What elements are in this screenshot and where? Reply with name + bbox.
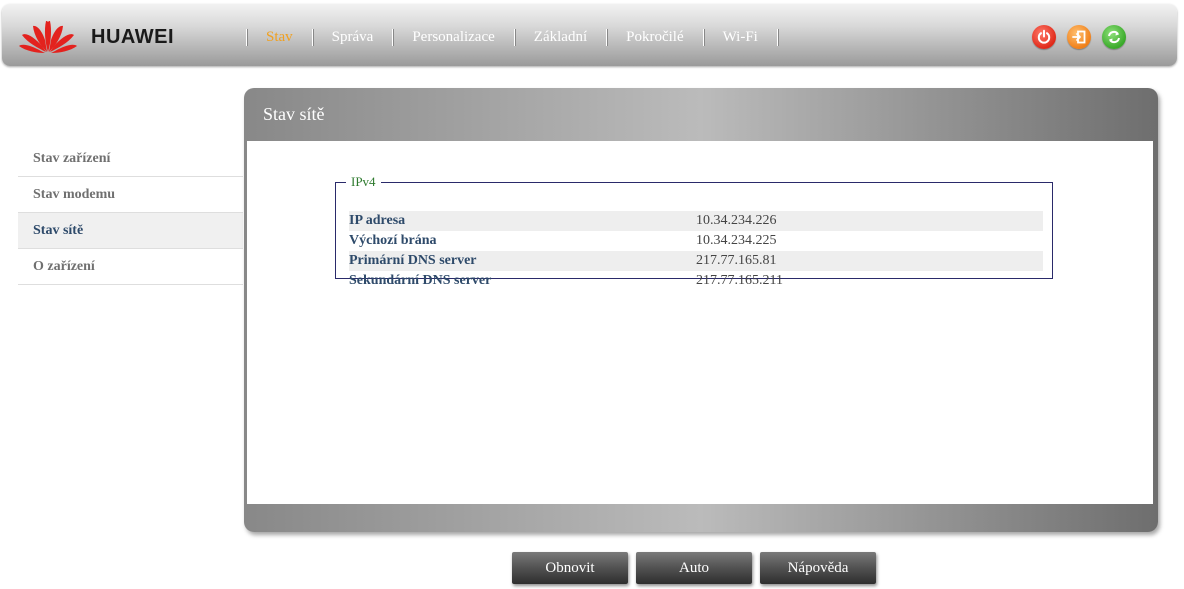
sidebar: Stav zařízení Stav modemu Stav sítě O za… — [18, 141, 243, 285]
nav-item-personalizace[interactable]: Personalizace — [393, 29, 513, 46]
table-row: Výchozí brána 10.34.234.225 — [349, 231, 1043, 251]
row-label: Primární DNS server — [349, 253, 477, 268]
refresh-icon[interactable] — [1102, 25, 1126, 49]
sidebar-item-stav-site[interactable]: Stav sítě — [18, 213, 243, 249]
panel-body: IPv4 IP adresa 10.34.234.226 Výchozí brá… — [247, 141, 1153, 504]
auto-button[interactable]: Auto — [636, 552, 752, 584]
nav-item-pokrocile[interactable]: Pokročilé — [607, 29, 703, 46]
row-value: 10.34.234.225 — [696, 233, 777, 248]
sidebar-item-stav-zarizeni[interactable]: Stav zařízení — [18, 141, 243, 177]
nav-separator — [776, 29, 778, 46]
row-value: 10.34.234.226 — [696, 213, 777, 228]
sidebar-item-o-zarizeni[interactable]: O zařízení — [18, 249, 243, 285]
nav-item-stav[interactable]: Stav — [247, 29, 312, 46]
ipv4-section: IPv4 IP adresa 10.34.234.226 Výchozí brá… — [335, 174, 1053, 288]
huawei-logo-icon — [19, 21, 77, 53]
table-row: IP adresa 10.34.234.226 — [349, 211, 1043, 231]
nav-item-wifi[interactable]: Wi-Fi — [704, 29, 777, 46]
logout-icon[interactable] — [1067, 25, 1091, 49]
top-bar: HUAWEI Stav Správa Personalizace Základn… — [2, 4, 1177, 66]
header-actions — [1032, 25, 1126, 49]
row-label: IP adresa — [349, 213, 406, 228]
brand-name: HUAWEI — [91, 26, 174, 48]
help-button[interactable]: Nápověda — [760, 552, 876, 584]
row-value: 217.77.165.81 — [696, 253, 777, 268]
power-icon[interactable] — [1032, 25, 1056, 49]
table-row: Sekundární DNS server 217.77.165.211 — [349, 271, 1043, 291]
row-label: Sekundární DNS server — [349, 273, 492, 288]
refresh-button[interactable]: Obnovit — [512, 552, 628, 584]
nav-item-sprava[interactable]: Správa — [313, 29, 393, 46]
sidebar-item-stav-modemu[interactable]: Stav modemu — [18, 177, 243, 213]
row-value: 217.77.165.211 — [696, 273, 783, 288]
action-buttons: Obnovit Auto Nápověda — [512, 552, 876, 584]
main-nav: Stav Správa Personalizace Základní Pokro… — [246, 29, 778, 46]
ipv4-table: IP adresa 10.34.234.226 Výchozí brána 10… — [349, 211, 1043, 291]
table-row: Primární DNS server 217.77.165.81 — [349, 251, 1043, 271]
ipv4-legend: IPv4 — [351, 174, 376, 189]
page-title: Stav sítě — [263, 104, 325, 124]
row-label: Výchozí brána — [349, 233, 437, 248]
network-status-panel: Stav sítě IPv4 IP adresa 10.34.234.226 V… — [244, 88, 1158, 532]
nav-item-zakladni[interactable]: Základní — [515, 29, 606, 46]
